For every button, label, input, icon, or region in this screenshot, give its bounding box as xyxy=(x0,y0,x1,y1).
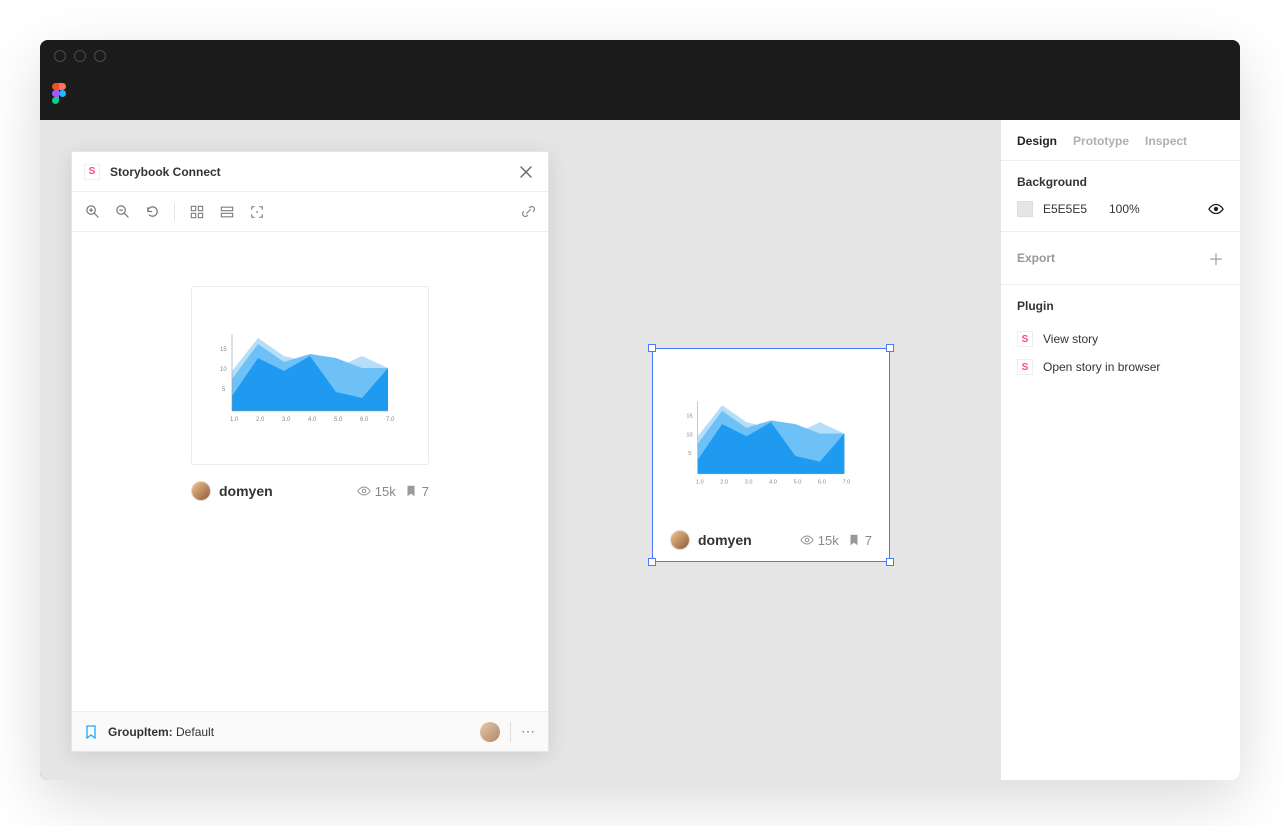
frame-bookmarks-stat: 7 xyxy=(847,533,872,548)
svg-text:3.0: 3.0 xyxy=(282,417,291,423)
app-toolbar xyxy=(40,72,1240,120)
storybook-logo-icon: S xyxy=(1017,359,1033,375)
svg-text:4.0: 4.0 xyxy=(769,479,777,485)
svg-text:4.0: 4.0 xyxy=(308,417,317,423)
background-hex[interactable]: E5E5E5 xyxy=(1043,202,1099,216)
bookmark-icon xyxy=(847,533,861,547)
frame-meta: domyen 15k 7 xyxy=(666,530,876,556)
frame-author-name: domyen xyxy=(698,532,792,548)
chart-preview-card: 15 10 5 1.0 xyxy=(191,286,429,465)
svg-text:6.0: 6.0 xyxy=(818,479,826,485)
author-name: domyen xyxy=(219,483,349,499)
svg-text:6.0: 6.0 xyxy=(360,417,369,423)
background-opacity[interactable]: 100% xyxy=(1109,202,1145,216)
export-section: Export ＋ xyxy=(1001,231,1240,284)
storybook-logo-icon: S xyxy=(84,164,100,180)
svg-text:10: 10 xyxy=(686,432,692,438)
svg-text:10: 10 xyxy=(220,367,227,373)
frame-chart: 15 10 5 1.0 2.0 3.0 xyxy=(666,366,876,516)
eye-icon xyxy=(357,484,371,498)
tab-inspect[interactable]: Inspect xyxy=(1145,134,1187,148)
window-titlebar xyxy=(40,40,1240,72)
views-stat: 15k xyxy=(357,484,396,499)
grid-icon[interactable] xyxy=(189,204,205,220)
footer-avatar[interactable] xyxy=(480,722,500,742)
layout-icon[interactable] xyxy=(219,204,235,220)
background-section: Background E5E5E5 100% xyxy=(1001,160,1240,231)
plugin-header: S Storybook Connect xyxy=(72,152,548,192)
canvas-frame[interactable]: 15 10 5 1.0 2.0 3.0 xyxy=(652,348,890,562)
open-story-browser-action[interactable]: S Open story in browser xyxy=(1017,353,1224,381)
figma-logo-icon[interactable] xyxy=(52,83,70,109)
window-zoom-button[interactable] xyxy=(94,50,106,62)
svg-text:5.0: 5.0 xyxy=(794,479,802,485)
plugin-heading: Plugin xyxy=(1017,299,1224,313)
preview-meta: domyen 15k 7 xyxy=(191,481,429,501)
visibility-toggle-icon[interactable] xyxy=(1208,201,1224,217)
eye-icon xyxy=(800,533,814,547)
background-swatch[interactable] xyxy=(1017,201,1033,217)
svg-text:5: 5 xyxy=(688,451,691,457)
window-close-button[interactable] xyxy=(54,50,66,62)
plugin-title: Storybook Connect xyxy=(110,165,506,179)
svg-text:7.0: 7.0 xyxy=(386,417,395,423)
focus-icon[interactable] xyxy=(249,204,265,220)
svg-text:15: 15 xyxy=(220,347,227,353)
storybook-connect-panel: S Storybook Connect xyxy=(71,151,549,752)
view-story-action[interactable]: S View story xyxy=(1017,325,1224,353)
tab-design[interactable]: Design xyxy=(1017,134,1057,148)
svg-text:15: 15 xyxy=(686,414,692,420)
canvas[interactable]: S Storybook Connect xyxy=(40,120,1000,780)
more-menu-button[interactable]: ⋯ xyxy=(521,723,536,740)
add-export-button[interactable]: ＋ xyxy=(1208,246,1224,270)
author-avatar[interactable] xyxy=(191,481,211,501)
export-heading: Export xyxy=(1017,251,1055,265)
bookmark-icon xyxy=(404,484,418,498)
component-bookmark-icon xyxy=(84,725,98,739)
zoom-out-icon[interactable] xyxy=(114,204,130,220)
svg-text:5.0: 5.0 xyxy=(334,417,343,423)
component-name: GroupItem: Default xyxy=(108,725,214,739)
frame-views-stat: 15k xyxy=(800,533,839,548)
inspector-tabs: Design Prototype Inspect xyxy=(1001,120,1240,160)
window-minimize-button[interactable] xyxy=(74,50,86,62)
svg-text:3.0: 3.0 xyxy=(745,479,753,485)
tab-prototype[interactable]: Prototype xyxy=(1073,134,1129,148)
svg-text:7.0: 7.0 xyxy=(842,479,850,485)
plugin-footer: GroupItem: Default ⋯ xyxy=(72,711,548,751)
svg-text:1.0: 1.0 xyxy=(696,479,704,485)
background-heading: Background xyxy=(1017,175,1224,189)
figma-window: S Storybook Connect xyxy=(40,40,1240,780)
plugin-section: Plugin S View story S Open story in brow… xyxy=(1001,284,1240,395)
area-chart: 15 10 5 1.0 xyxy=(210,316,410,436)
plugin-toolbar xyxy=(72,192,548,232)
selection-handle-sw[interactable] xyxy=(648,558,656,566)
svg-text:5: 5 xyxy=(222,387,226,393)
frame-author-avatar xyxy=(670,530,690,550)
inspector-panel: Design Prototype Inspect Background E5E5… xyxy=(1000,120,1240,780)
bookmarks-stat: 7 xyxy=(404,484,429,499)
workspace: S Storybook Connect xyxy=(40,120,1240,780)
refresh-icon[interactable] xyxy=(144,204,160,220)
close-icon[interactable] xyxy=(516,162,536,182)
zoom-in-icon[interactable] xyxy=(84,204,100,220)
selection-handle-se[interactable] xyxy=(886,558,894,566)
svg-text:2.0: 2.0 xyxy=(256,417,265,423)
selection-handle-nw[interactable] xyxy=(648,344,656,352)
plugin-body: 15 10 5 1.0 xyxy=(72,232,548,711)
link-icon[interactable] xyxy=(520,204,536,220)
svg-text:2.0: 2.0 xyxy=(720,479,728,485)
divider xyxy=(510,722,511,742)
storybook-logo-icon: S xyxy=(1017,331,1033,347)
svg-text:1.0: 1.0 xyxy=(230,417,239,423)
selection-handle-ne[interactable] xyxy=(886,344,894,352)
